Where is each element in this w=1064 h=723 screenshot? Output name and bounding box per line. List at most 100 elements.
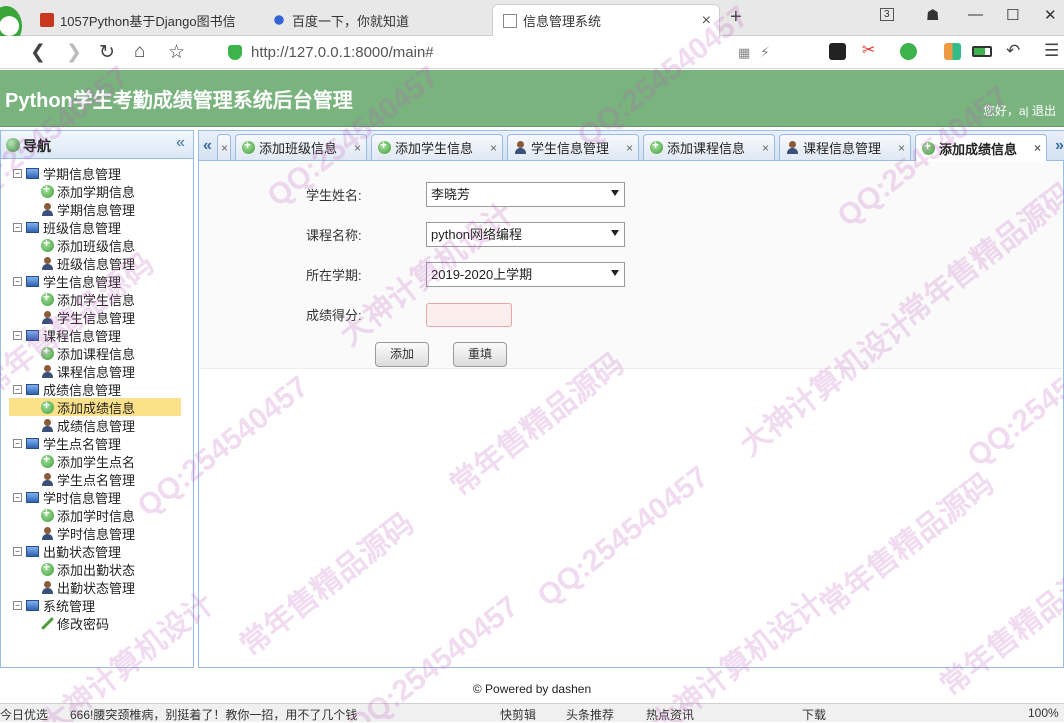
reset-button[interactable]: 重填 <box>453 342 507 367</box>
baidu-paw-icon <box>272 13 286 27</box>
address-bar[interactable]: http://127.0.0.1:8000/main# <box>222 40 802 65</box>
course-name-value: python网络编程 <box>431 227 523 242</box>
scissors-icon[interactable]: ✂ <box>862 40 879 59</box>
nav-item[interactable]: 添加学生点名 <box>13 452 193 470</box>
maximize-icon[interactable]: ☐ <box>1006 6 1019 24</box>
tab-close-icon[interactable]: × <box>221 141 228 155</box>
nav-item[interactable]: 添加班级信息 <box>13 236 193 254</box>
shirt-icon[interactable]: ☗ <box>926 6 939 24</box>
collapse-toggle-icon[interactable]: − <box>13 330 22 340</box>
translate-icon[interactable] <box>900 43 917 60</box>
nav-item[interactable]: 添加学生信息 <box>13 290 193 308</box>
nav-item-label: 添加学时信息 <box>57 508 136 524</box>
nav-group[interactable]: − 成绩信息管理 <box>13 380 193 398</box>
new-tab-button[interactable]: + <box>730 6 742 29</box>
zoom-level[interactable]: 100% <box>1028 706 1059 720</box>
url-text[interactable]: http://127.0.0.1:8000/main# <box>251 44 434 61</box>
status-item-1[interactable]: 快剪辑 <box>500 706 536 723</box>
collapse-toggle-icon[interactable]: − <box>13 276 22 286</box>
collapse-toggle-icon[interactable]: − <box>13 384 22 394</box>
forward-icon[interactable]: ❯ <box>66 41 82 64</box>
nav-item[interactable]: 成绩信息管理 <box>13 416 193 434</box>
status-left-text[interactable]: 今日优选 <box>0 706 48 723</box>
lightning-icon[interactable]: ⚡ <box>760 44 770 61</box>
content-tab[interactable]: 添加学生信息 × <box>371 134 503 160</box>
nav-group[interactable]: − 学时信息管理 <box>13 488 193 506</box>
qr-icon[interactable]: ▦ <box>738 45 750 61</box>
nav-item[interactable]: 班级信息管理 <box>13 254 193 272</box>
nav-group[interactable]: − 班级信息管理 <box>13 218 193 236</box>
nav-item[interactable]: 出勤状态管理 <box>13 578 193 596</box>
tab-close-icon[interactable]: × <box>490 141 497 155</box>
nav-item[interactable]: 添加课程信息 <box>13 344 193 362</box>
undo-icon[interactable]: ↶ <box>1006 41 1020 61</box>
nav-item[interactable]: 修改密码 <box>13 614 193 632</box>
nav-item[interactable]: 添加成绩信息 <box>9 398 181 416</box>
nav-item[interactable]: 添加学期信息 <box>13 182 193 200</box>
close-tab-icon[interactable]: × <box>702 12 711 30</box>
collapse-toggle-icon[interactable]: − <box>13 222 22 232</box>
nav-item-label: 添加课程信息 <box>57 346 136 362</box>
nav-item[interactable]: 学生点名管理 <box>13 470 193 488</box>
student-name-value: 李晓芳 <box>431 187 471 202</box>
home-icon[interactable]: ⌂ <box>134 41 145 63</box>
content-tab[interactable]: 添加课程信息 × <box>643 134 775 160</box>
status-item-3[interactable]: 热点资讯 <box>646 706 694 723</box>
extension-icon[interactable] <box>829 43 846 60</box>
tab-close-icon[interactable]: × <box>898 141 905 155</box>
nav-item[interactable]: 学时信息管理 <box>13 524 193 542</box>
status-item-4[interactable]: 下载 <box>802 706 826 723</box>
collapse-toggle-icon[interactable]: − <box>13 492 22 502</box>
content-tab[interactable]: 添加成绩信息 × <box>915 134 1047 161</box>
nav-item[interactable]: 课程信息管理 <box>13 362 193 380</box>
tab-count-badge[interactable]: 3 <box>880 8 894 21</box>
collapse-sidebar-icon[interactable]: « <box>176 134 185 152</box>
collapse-toggle-icon[interactable]: − <box>13 438 22 448</box>
nav-group[interactable]: − 学期信息管理 <box>13 164 193 182</box>
star-icon[interactable]: ☆ <box>168 41 185 64</box>
student-name-select[interactable]: 李晓芳 <box>426 182 625 207</box>
nav-item[interactable]: 添加学时信息 <box>13 506 193 524</box>
reload-icon[interactable]: ↻ <box>99 41 115 64</box>
menu-icon[interactable]: ☰ <box>1044 41 1059 61</box>
browser-tab-3[interactable]: 信息管理系统 × <box>492 4 720 36</box>
browser-tab-1[interactable]: 1057Python基于Django图书信 <box>30 4 252 36</box>
scroll-tabs-left-icon[interactable]: « <box>203 137 212 155</box>
nav-group[interactable]: − 系统管理 <box>13 596 193 614</box>
course-name-select[interactable]: python网络编程 <box>426 222 625 247</box>
nav-item-label: 修改密码 <box>57 616 110 632</box>
collapse-toggle-icon[interactable]: − <box>13 168 22 178</box>
term-select[interactable]: 2019-2020上学期 <box>426 262 625 287</box>
close-window-icon[interactable]: ✕ <box>1044 6 1057 24</box>
score-input[interactable] <box>426 303 512 327</box>
apps-icon[interactable] <box>944 43 961 60</box>
tab-close-icon[interactable]: × <box>626 141 633 155</box>
collapse-toggle-icon[interactable]: − <box>13 600 22 610</box>
battery-icon[interactable] <box>972 46 992 57</box>
nav-group[interactable]: − 课程信息管理 <box>13 326 193 344</box>
tab-close-icon[interactable]: × <box>1034 141 1041 155</box>
content-tab[interactable]: 课程信息管理 × <box>779 134 911 160</box>
tab-close-icon[interactable]: × <box>354 141 361 155</box>
tab-close-icon[interactable]: × <box>762 141 769 155</box>
nav-group[interactable]: − 学生信息管理 <box>13 272 193 290</box>
nav-group[interactable]: − 学生点名管理 <box>13 434 193 452</box>
nav-group[interactable]: − 出勤状态管理 <box>13 542 193 560</box>
nav-item-label: 课程信息管理 <box>57 364 136 380</box>
content-tab[interactable]: 添加班级信息 × <box>235 134 367 160</box>
browser-tab-2[interactable]: 百度一下，你就知道 <box>262 4 484 36</box>
scroll-tabs-right-icon[interactable]: » <box>1055 137 1064 155</box>
user-links[interactable]: 您好，a| 退出 <box>983 102 1056 119</box>
nav-group-label: 成绩信息管理 <box>43 382 122 398</box>
nav-item[interactable]: 学生信息管理 <box>13 308 193 326</box>
news-ticker[interactable]: 666!腰突颈椎病，别挺着了！教你一招，用不了几个钱 <box>70 706 357 723</box>
add-button[interactable]: 添加 <box>375 342 429 367</box>
back-icon[interactable]: ❮ <box>30 41 46 64</box>
content-tab[interactable]: 学生信息管理 × <box>507 134 639 160</box>
status-item-2[interactable]: 头条推荐 <box>566 706 614 723</box>
minimize-icon[interactable]: — <box>968 6 983 23</box>
nav-item[interactable]: 添加出勤状态 <box>13 560 193 578</box>
nav-item[interactable]: 学期信息管理 <box>13 200 193 218</box>
collapse-toggle-icon[interactable]: − <box>13 546 22 556</box>
tab-partial[interactable]: × <box>217 134 231 160</box>
